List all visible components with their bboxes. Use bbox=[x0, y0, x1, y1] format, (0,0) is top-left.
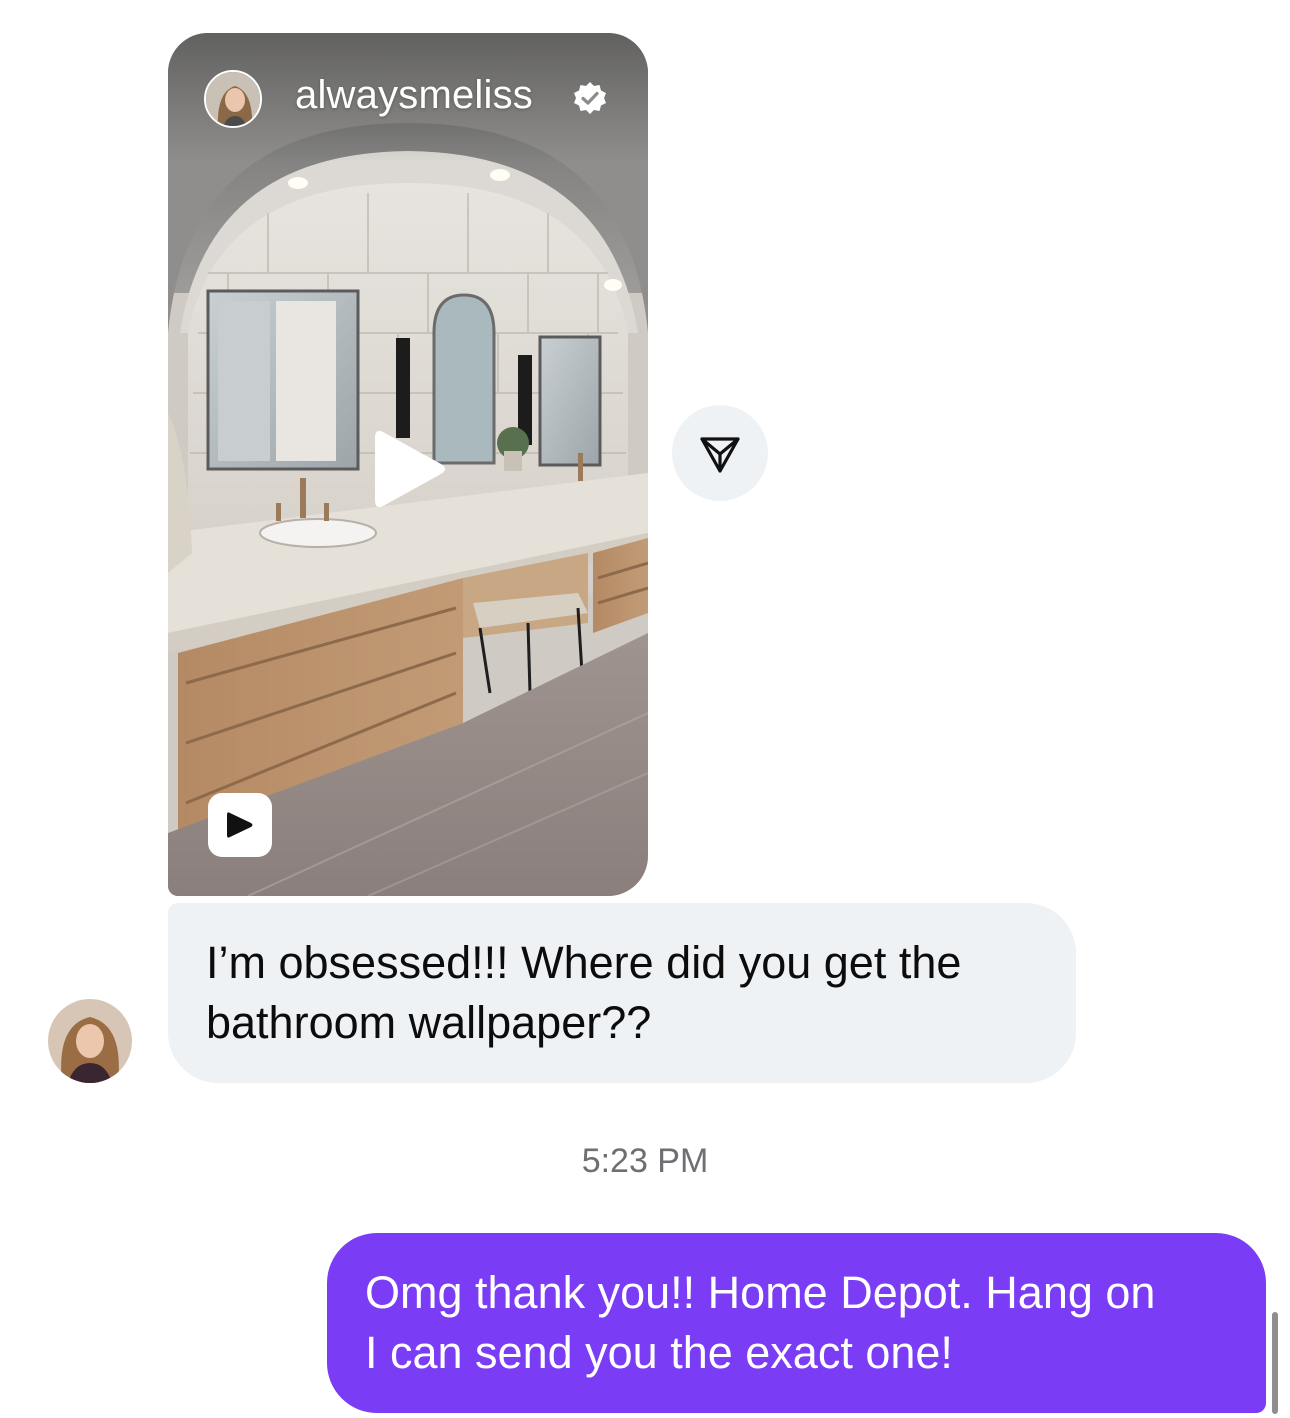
share-button[interactable] bbox=[672, 405, 768, 501]
reel-badge-icon bbox=[208, 793, 272, 857]
received-message-text: I’m obsessed!!! Where did you get the ba… bbox=[206, 937, 962, 1048]
sent-message-bubble[interactable]: Omg thank you!! Home Depot. Hang on I ca… bbox=[327, 1233, 1266, 1413]
play-icon[interactable] bbox=[369, 424, 449, 514]
reel-author-avatar[interactable] bbox=[204, 70, 262, 128]
send-paper-plane-icon bbox=[700, 437, 740, 473]
sent-message-text: Omg thank you!! Home Depot. Hang on I ca… bbox=[365, 1267, 1156, 1378]
message-timestamp: 5:23 PM bbox=[581, 1142, 709, 1180]
scrollbar[interactable] bbox=[1272, 1312, 1278, 1414]
received-message-bubble[interactable]: I’m obsessed!!! Where did you get the ba… bbox=[168, 903, 1076, 1083]
verified-badge-icon bbox=[574, 82, 606, 114]
reel-author-username[interactable]: alwaysmeliss bbox=[295, 73, 533, 118]
shared-reel-card[interactable]: alwaysmeliss bbox=[168, 33, 648, 896]
sender-avatar[interactable] bbox=[48, 999, 132, 1083]
